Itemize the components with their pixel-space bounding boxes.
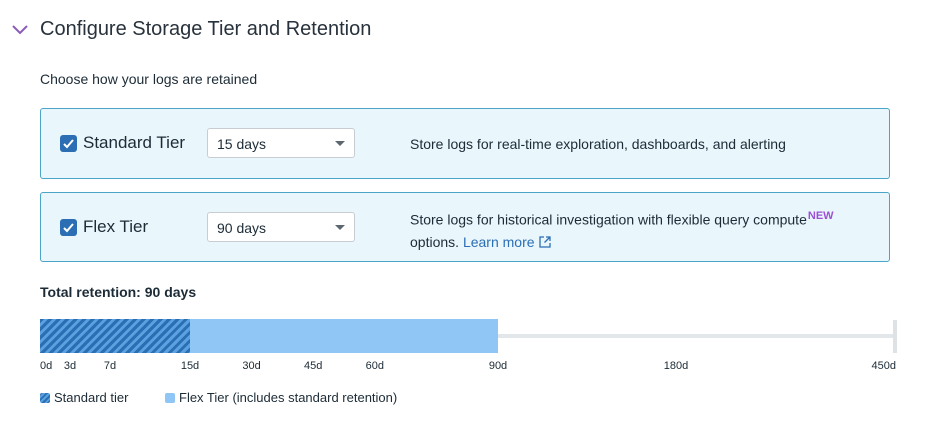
legend-standard-label: Standard tier xyxy=(54,390,129,405)
flex-retention-value: 90 days xyxy=(217,220,267,236)
flex-swatch-icon xyxy=(165,392,175,403)
flex-tier-card: Flex Tier 90 days Store logs for histori… xyxy=(40,192,890,262)
flex-retention-select[interactable]: 90 days xyxy=(207,212,355,242)
flex-description-suffix: options. xyxy=(410,233,460,250)
section-subtitle: Choose how your logs are retained xyxy=(40,71,258,87)
legend-flex: Flex Tier (includes standard retention) xyxy=(165,390,397,405)
flex-tier-label[interactable]: Flex Tier xyxy=(83,217,148,237)
axis-tick-label: 180d xyxy=(663,360,689,372)
axis-tick-label: 15d xyxy=(180,360,200,372)
new-badge: NEW xyxy=(807,210,834,222)
axis-tick-label: 45d xyxy=(304,360,323,372)
standard-retention-bar xyxy=(40,319,190,353)
axis-tick-label: 450d xyxy=(871,360,896,372)
checkmark-icon xyxy=(63,139,74,149)
retention-track-end xyxy=(893,320,897,353)
standard-retention-value: 15 days xyxy=(217,136,267,152)
chevron-down-icon[interactable] xyxy=(10,19,30,39)
standard-retention-select[interactable]: 15 days xyxy=(207,128,355,158)
axis-tick-label: 30d xyxy=(242,360,261,372)
section-title: Configure Storage Tier and Retention xyxy=(40,17,372,40)
caret-down-icon xyxy=(335,141,345,146)
total-retention: Total retention: 90 days xyxy=(40,284,197,300)
external-link-icon xyxy=(538,236,551,248)
section-header[interactable]: Configure Storage Tier and Retention xyxy=(10,14,371,44)
axis-tick-label: 7d xyxy=(103,360,117,372)
standard-tier-checkbox[interactable] xyxy=(60,135,77,152)
checkmark-icon xyxy=(63,223,74,233)
flex-description-text: Store logs for historical investigation … xyxy=(410,211,807,228)
learn-more-link[interactable]: Learn more xyxy=(463,234,551,250)
standard-tier-card: Standard Tier 15 days Store logs for rea… xyxy=(40,108,890,179)
axis-tick-label: 90d xyxy=(488,360,508,372)
legend-flex-label: Flex Tier (includes standard retention) xyxy=(179,390,398,405)
flex-tier-checkbox[interactable] xyxy=(60,219,77,236)
standard-tier-label[interactable]: Standard Tier xyxy=(83,133,185,153)
legend-standard: Standard tier xyxy=(40,390,128,405)
standard-tier-description: Store logs for real-time exploration, da… xyxy=(410,136,786,152)
standard-swatch-icon xyxy=(40,392,50,403)
axis-tick-label: 60d xyxy=(365,360,384,372)
axis-tick-label: 0d xyxy=(40,360,53,372)
axis-tick-label: 3d xyxy=(63,360,77,372)
learn-more-label: Learn more xyxy=(462,233,535,250)
caret-down-icon xyxy=(335,225,345,230)
flex-tier-description: Store logs for historical investigation … xyxy=(410,205,880,253)
